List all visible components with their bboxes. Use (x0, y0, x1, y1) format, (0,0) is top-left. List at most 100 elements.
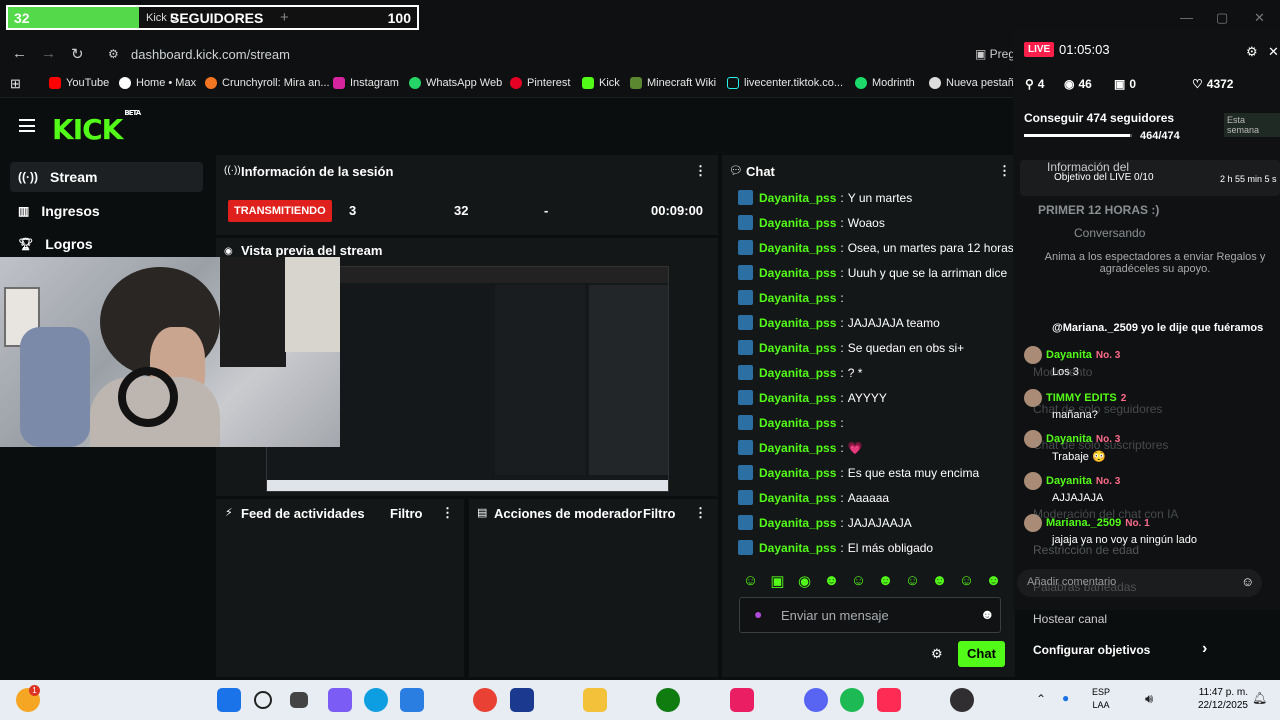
chat-username[interactable]: Dayanita_pss (759, 341, 836, 355)
music-icon[interactable] (730, 688, 754, 712)
chat-username[interactable]: Dayanita_pss (759, 366, 836, 380)
task-view-icon[interactable] (290, 692, 308, 708)
chat-settings-icon[interactable]: ⚙ (931, 646, 943, 662)
spotify-icon[interactable] (840, 688, 864, 712)
emote-icon[interactable]: ☻ (980, 572, 1007, 590)
chat-username[interactable]: Dayanita_pss (759, 416, 836, 430)
discord-icon[interactable] (804, 688, 828, 712)
overlay-close-icon[interactable]: ✕ (1268, 44, 1279, 60)
emote-icon[interactable]: ☺ (899, 572, 926, 590)
url-input[interactable]: dashboard.kick.com/stream (131, 47, 290, 62)
emote-icon[interactable]: ☻ (926, 572, 953, 590)
bookmark-kick[interactable]: Kick (582, 77, 620, 89)
maximize-icon[interactable]: ▢ (1216, 10, 1228, 26)
setting-banned-words[interactable]: Palabras baneadas (1033, 580, 1136, 594)
chat-username[interactable]: Dayanita_pss (759, 216, 836, 230)
emote-icon[interactable]: ☻ (872, 572, 899, 590)
emote-icon[interactable]: ◉ (791, 572, 818, 590)
more-options-icon[interactable]: ⋮ (441, 505, 454, 521)
bookmark-whatsapp[interactable]: WhatsApp Web (409, 77, 502, 89)
setting-slow-mode[interactable]: Modo lento (1033, 365, 1092, 379)
site-info-icon[interactable]: ⚙ (108, 47, 119, 61)
setting-age-restriction[interactable]: Restricción de edad (1033, 543, 1139, 557)
chat-username[interactable]: Dayanita_pss (759, 291, 836, 305)
session-info-title: Información de la sesión (241, 164, 394, 179)
bookmark-pinterest[interactable]: Pinterest (510, 77, 570, 89)
chat-message-input[interactable]: ● Enviar un mensaje ☻ (739, 597, 1001, 633)
chat-username[interactable]: Dayanita_pss (759, 316, 836, 330)
emote-icon[interactable]: ☺ (845, 572, 872, 590)
reload-icon[interactable]: ↻ (71, 45, 84, 63)
more-options-icon[interactable]: ⋮ (694, 505, 707, 521)
sidebar-item-stream[interactable]: ((·)) Stream (10, 162, 203, 192)
notification-bell-icon[interactable]: 🔔︎ (1252, 691, 1267, 705)
bookmark-crunchyroll[interactable]: Crunchyroll: Mira an... (205, 77, 330, 89)
chat-username[interactable]: Dayanita_pss (759, 541, 836, 555)
tiktok-live-icon[interactable] (877, 688, 901, 712)
more-options-icon[interactable]: ⋮ (998, 163, 1011, 179)
close-window-icon[interactable]: ✕ (1254, 10, 1265, 26)
xbox-icon[interactable] (656, 688, 680, 712)
forward-icon[interactable]: → (41, 45, 56, 62)
chat-username[interactable]: Dayanita_pss (759, 441, 836, 455)
bookmark-max[interactable]: Home • Max (119, 77, 196, 89)
bookmark-modrinth[interactable]: Modrinth (855, 77, 915, 89)
sidebar-item-ingresos[interactable]: ▥ Ingresos (10, 196, 203, 226)
more-options-icon[interactable]: ⋮ (694, 163, 707, 179)
feed-filter-button[interactable]: Filtro (390, 506, 423, 521)
overlay-settings-icon[interactable]: ⚙ (1246, 44, 1258, 60)
comment-username[interactable]: Dayanita (1046, 349, 1092, 361)
bookmark-instagram[interactable]: Instagram (333, 77, 399, 89)
microphone-tray-icon[interactable]: ● (1062, 691, 1069, 705)
emoji-picker-icon[interactable]: ☻ (980, 606, 995, 622)
chevron-up-icon[interactable]: ⌃ (1036, 692, 1046, 706)
apps-icon[interactable]: ⊞ (10, 76, 21, 92)
start-icon[interactable] (217, 688, 241, 712)
microphone-icon[interactable]: ● (754, 606, 762, 622)
chat-username[interactable]: Dayanita_pss (759, 266, 836, 280)
chat-username[interactable]: Dayanita_pss (759, 491, 836, 505)
bookmark-minecraft-wiki[interactable]: Minecraft Wiki (630, 77, 716, 89)
preview-taskbar (267, 480, 668, 491)
comment-username[interactable]: Dayanita (1046, 475, 1092, 487)
emote-icon[interactable]: ☺ (737, 572, 764, 590)
sidebar-item-logros[interactable]: 🏆︎ Logros (10, 229, 203, 259)
emote-icon[interactable]: ▣ (764, 572, 791, 590)
language-indicator[interactable]: ESP LAA (1092, 686, 1110, 712)
setting-subs-only[interactable]: Chat de solo suscriptores (1033, 438, 1168, 452)
setting-ai-moderation[interactable]: Moderación del chat con IA (1033, 507, 1178, 521)
bookmark-youtube[interactable]: YouTube (49, 77, 109, 89)
bookmark-new-tab[interactable]: Nueva pestaña (929, 77, 1020, 89)
chat-username[interactable]: Dayanita_pss (759, 516, 836, 530)
chat-username[interactable]: Dayanita_pss (759, 391, 836, 405)
new-tab-icon[interactable]: + (280, 9, 289, 26)
live-goal-label: Objetivo del LIVE 0/10 (1054, 172, 1154, 183)
capcut-icon[interactable] (510, 688, 534, 712)
search-icon[interactable] (254, 691, 272, 709)
edge-icon[interactable] (364, 688, 388, 712)
store-icon[interactable] (400, 688, 424, 712)
configure-goals-button[interactable]: Configurar objetivos (1033, 643, 1150, 657)
emote-icon[interactable]: ☻ (818, 572, 845, 590)
emote-icon[interactable]: ☺ (953, 572, 980, 590)
setting-host-channel[interactable]: Hostear canal (1033, 612, 1107, 626)
hamburger-menu-icon[interactable] (19, 119, 35, 132)
obs-icon[interactable] (950, 688, 974, 712)
moderator-filter-button[interactable]: Filtro (643, 506, 676, 521)
minimize-icon[interactable]: — (1180, 10, 1193, 25)
chat-username[interactable]: Dayanita_pss (759, 191, 836, 205)
kick-logo[interactable]: KICKBETA (52, 109, 141, 146)
emoji-icon[interactable]: ☺ (1241, 574, 1254, 589)
chat-username[interactable]: Dayanita_pss (759, 241, 836, 255)
send-chat-button[interactable]: Chat (958, 641, 1005, 667)
volume-icon[interactable]: 🔊︎ (1145, 691, 1153, 707)
copilot-icon[interactable] (328, 688, 352, 712)
chrome-icon[interactable] (473, 688, 497, 712)
back-icon[interactable]: ← (12, 45, 27, 62)
system-clock[interactable]: 11:47 p. m. 22/12/2025 (1198, 686, 1248, 712)
chat-username[interactable]: Dayanita_pss (759, 466, 836, 480)
setting-followers-only[interactable]: Chat de solo seguidores (1033, 402, 1162, 416)
bookmark-tiktok[interactable]: livecenter.tiktok.co... (727, 77, 843, 89)
explorer-icon[interactable] (583, 688, 607, 712)
chat-text: JAJAJAJA teamo (847, 315, 940, 330)
